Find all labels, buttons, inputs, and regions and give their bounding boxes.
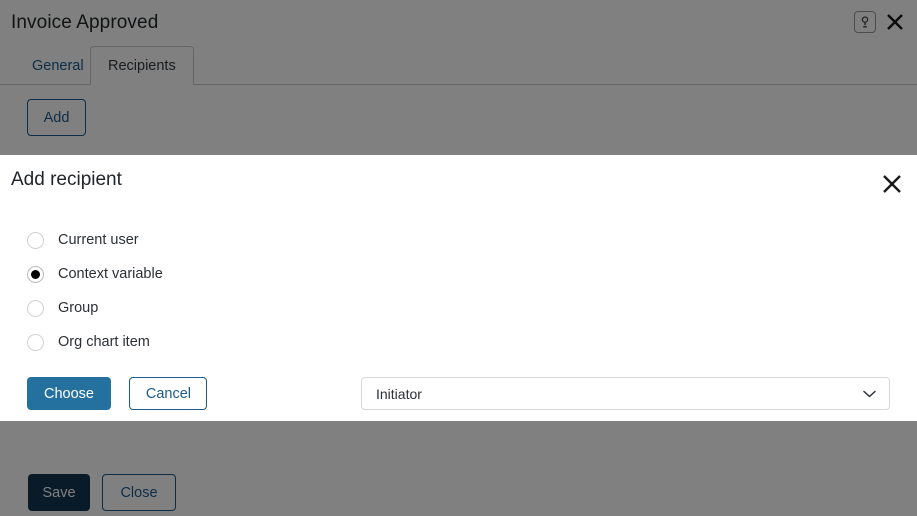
radio-option-label: Context variable xyxy=(58,266,163,282)
radio-icon xyxy=(27,231,44,249)
tab-general-label: General xyxy=(32,57,84,74)
tab-recipients[interactable]: Recipients xyxy=(90,46,194,85)
add-button[interactable]: Add xyxy=(27,99,86,136)
page-title: Invoice Approved xyxy=(11,12,159,33)
select-value: Initiator xyxy=(376,385,422,402)
close-button[interactable]: Close xyxy=(102,474,176,511)
choose-button[interactable]: Choose xyxy=(27,377,111,410)
radio-option-org-chart-item[interactable]: Org chart item xyxy=(27,325,357,359)
window-close-button[interactable] xyxy=(881,8,909,36)
dialog-title: Add recipient xyxy=(11,169,122,190)
close-icon xyxy=(887,14,903,30)
save-button[interactable]: Save xyxy=(28,474,90,511)
radio-icon xyxy=(27,299,44,317)
add-recipient-dialog: Add recipient Current user Context varia… xyxy=(0,155,917,421)
radio-icon xyxy=(27,333,44,351)
radio-icon-selected xyxy=(27,265,44,283)
tab-bar: General Recipients xyxy=(0,46,917,85)
help-icon xyxy=(861,15,869,27)
close-icon xyxy=(883,175,901,193)
dialog-close-button[interactable] xyxy=(877,169,907,199)
radio-option-label: Current user xyxy=(58,232,139,248)
radio-option-label: Org chart item xyxy=(58,334,150,350)
radio-option-label: Group xyxy=(58,300,99,316)
window-header: Invoice Approved xyxy=(0,0,917,46)
radio-option-group[interactable]: Group xyxy=(27,291,357,325)
tab-general[interactable]: General xyxy=(16,46,100,85)
form-footer: Save Close xyxy=(0,455,917,516)
context-variable-select[interactable]: Initiator xyxy=(361,377,890,410)
tab-recipients-label: Recipients xyxy=(108,57,176,74)
radio-option-context-variable[interactable]: Context variable xyxy=(27,257,357,291)
recipient-type-radio-group: Current user Context variable Group Org … xyxy=(27,223,357,359)
chevron-down-icon xyxy=(863,390,876,398)
cancel-button[interactable]: Cancel xyxy=(129,377,208,410)
dialog-action-bar: Choose Cancel xyxy=(27,377,208,410)
help-icon-button[interactable] xyxy=(854,11,876,33)
radio-option-current-user[interactable]: Current user xyxy=(27,223,357,257)
recipients-toolbar: Add xyxy=(0,85,917,150)
app-root: Invoice Approved General Recipients Add … xyxy=(0,0,917,516)
